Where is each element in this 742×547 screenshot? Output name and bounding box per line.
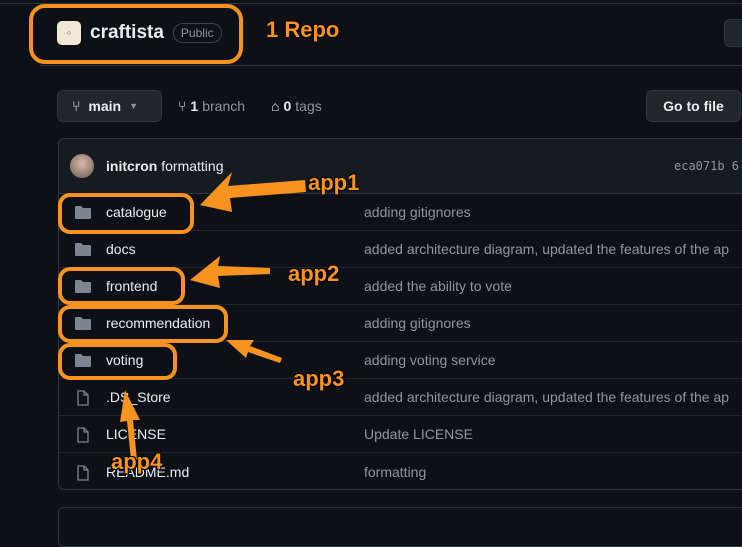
commit-sha[interactable]: eca071b 6 <box>674 159 739 173</box>
file-row[interactable]: recommendation adding gitignores <box>59 305 742 342</box>
avatar[interactable] <box>70 154 94 178</box>
file-icon <box>75 390 91 406</box>
commit-message[interactable]: formatting <box>161 158 223 174</box>
file-row[interactable]: voting adding voting service <box>59 342 742 379</box>
file-row[interactable]: catalogue adding gitignores <box>59 194 742 231</box>
readme-box <box>58 507 742 547</box>
file-row[interactable]: frontend added the ability to vote <box>59 268 742 305</box>
header-action-button[interactable] <box>724 19 742 47</box>
commit-author[interactable]: initcron <box>106 158 157 174</box>
repo-name[interactable]: craftista <box>90 22 164 44</box>
tags-link[interactable]: ⌂ 0 tags <box>271 98 322 114</box>
file-commit-message[interactable]: adding gitignores <box>364 315 471 331</box>
file-commit-message[interactable]: adding voting service <box>364 352 496 368</box>
visibility-badge: Public <box>172 23 222 43</box>
file-commit-message[interactable]: formatting <box>364 464 426 480</box>
file-name-link[interactable]: frontend <box>106 278 157 294</box>
file-row[interactable]: .DS_Store added architecture diagram, up… <box>59 379 742 416</box>
folder-icon <box>75 279 91 293</box>
file-row[interactable]: docs added architecture diagram, updated… <box>59 231 742 268</box>
file-commit-message[interactable]: added architecture diagram, updated the … <box>364 241 729 257</box>
repo-logo: ◇ <box>57 21 81 45</box>
file-commit-message[interactable]: Update LICENSE <box>364 426 473 442</box>
annotation-repo-label: 1 Repo <box>266 17 340 42</box>
file-name-link[interactable]: docs <box>106 241 136 257</box>
folder-icon <box>75 205 91 219</box>
go-to-file-button[interactable]: Go to file <box>646 90 741 122</box>
file-commit-message[interactable]: adding gitignores <box>364 204 471 220</box>
file-name-link[interactable]: catalogue <box>106 204 167 220</box>
folder-icon <box>75 353 91 367</box>
file-table: initcron formatting eca071b 6 catalogue … <box>58 138 742 490</box>
file-icon <box>75 464 91 481</box>
tag-icon: ⌂ <box>271 98 280 114</box>
annotation-app3-label: app3 <box>293 366 345 391</box>
branch-icon: ⑂ <box>178 98 187 114</box>
top-divider <box>0 0 742 4</box>
branch-select-button[interactable]: ⑂ main ▼ <box>57 90 162 122</box>
file-name-link[interactable]: .DS_Store <box>106 389 171 405</box>
file-name-link[interactable]: voting <box>106 352 143 368</box>
annotation-app2-label: app2 <box>288 261 340 286</box>
header-divider <box>40 65 742 66</box>
repo-header: ◇ craftista Public <box>57 21 222 45</box>
branch-name: main <box>88 98 122 114</box>
branch-icon: ⑂ <box>72 98 81 114</box>
file-row[interactable]: LICENSE Update LICENSE <box>59 416 742 453</box>
branches-link[interactable]: ⑂ 1 branch <box>178 98 245 114</box>
latest-commit-bar: initcron formatting eca071b 6 <box>59 139 742 194</box>
chevron-down-icon: ▼ <box>129 101 139 111</box>
file-name-link[interactable]: recommendation <box>106 315 210 331</box>
file-commit-message[interactable]: added the ability to vote <box>364 278 512 294</box>
folder-icon <box>75 242 91 256</box>
folder-icon <box>75 316 91 330</box>
annotation-app4-label: app4 <box>111 449 163 474</box>
file-icon <box>75 427 91 443</box>
file-name-link[interactable]: LICENSE <box>106 426 166 442</box>
file-commit-message[interactable]: added architecture diagram, updated the … <box>364 389 729 405</box>
annotation-app1-label: app1 <box>308 170 360 195</box>
